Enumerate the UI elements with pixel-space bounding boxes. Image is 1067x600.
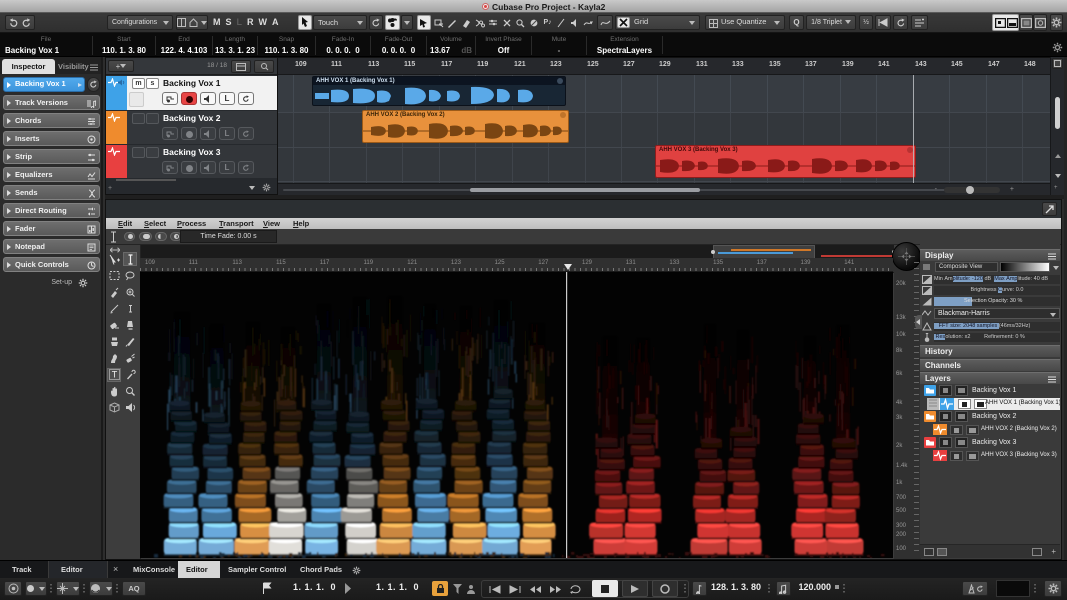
svg-text:T: T [111, 370, 117, 380]
